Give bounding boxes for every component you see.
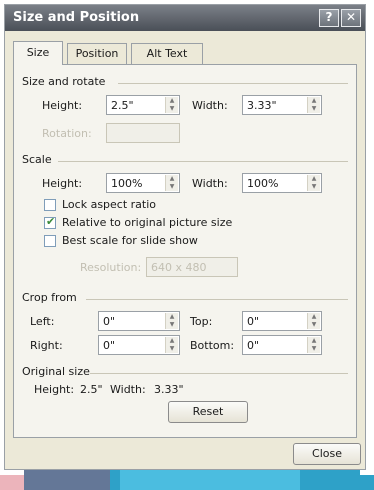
help-button[interactable]: ? — [319, 9, 339, 27]
spinner-arrows-icon[interactable]: ▲ ▼ — [307, 337, 320, 353]
crop-divider — [86, 299, 348, 300]
spinner-arrows-icon[interactable]: ▲ ▼ — [307, 313, 320, 329]
crop-left-label: Left: — [30, 315, 55, 328]
crop-bottom-label: Bottom: — [190, 339, 235, 352]
crop-right-label: Right: — [30, 339, 63, 352]
scale-height-label: Height: — [42, 177, 83, 190]
original-height-label: Height: — [34, 383, 75, 396]
size-width-spinner[interactable]: 3.33" ▲ ▼ — [242, 95, 322, 115]
lock-aspect-label[interactable]: Lock aspect ratio — [62, 198, 156, 211]
tab-position[interactable]: Position — [67, 43, 127, 64]
scale-height-spinner[interactable]: 100% ▲ ▼ — [106, 173, 180, 193]
relative-original-label[interactable]: Relative to original picture size — [62, 216, 232, 229]
spinner-arrows-icon[interactable]: ▲ ▼ — [165, 175, 178, 191]
best-scale-label[interactable]: Best scale for slide show — [62, 234, 198, 247]
rotation-spinner — [106, 123, 180, 143]
title-close-button[interactable]: ✕ — [341, 9, 361, 27]
tab-alt-text[interactable]: Alt Text — [131, 43, 203, 64]
crop-top-label: Top: — [190, 315, 213, 328]
scale-width-spinner[interactable]: 100% ▲ ▼ — [242, 173, 322, 193]
size-height-label: Height: — [42, 99, 83, 112]
crop-left-spinner[interactable]: 0" ▲ ▼ — [98, 311, 180, 331]
size-height-value: 2.5" — [111, 99, 134, 112]
tab-size[interactable]: Size — [13, 41, 63, 65]
rotation-label: Rotation: — [42, 127, 92, 140]
size-rotate-heading: Size and rotate — [22, 75, 106, 88]
scale-heading: Scale — [22, 153, 52, 166]
size-width-label: Width: — [192, 99, 228, 112]
resolution-label: Resolution: — [80, 261, 142, 274]
crop-left-value: 0" — [103, 315, 116, 328]
crop-bottom-value: 0" — [247, 339, 260, 352]
crop-heading: Crop from — [22, 291, 77, 304]
original-width-value: 3.33" — [154, 383, 184, 396]
reset-button[interactable]: Reset — [168, 401, 248, 423]
size-rotate-divider — [118, 83, 348, 84]
resolution-select: 640 x 480 — [146, 257, 238, 277]
checkmark-icon: ✔ — [46, 215, 56, 228]
close-button[interactable]: Close — [293, 443, 361, 465]
dialog-title: Size and Position — [13, 10, 140, 25]
size-width-value: 3.33" — [247, 99, 277, 112]
scale-height-value: 100% — [111, 177, 143, 190]
best-scale-checkbox[interactable] — [44, 235, 56, 247]
scale-divider — [58, 161, 348, 162]
spinner-arrows-icon[interactable]: ▲ ▼ — [165, 337, 178, 353]
scale-width-label: Width: — [192, 177, 228, 190]
original-width-label: Width: — [110, 383, 146, 396]
title-bar[interactable]: Size and Position ? ✕ — [5, 5, 365, 31]
relative-original-checkbox[interactable]: ✔ — [44, 215, 56, 229]
spinner-arrows-icon[interactable]: ▲ ▼ — [307, 97, 320, 113]
original-size-divider — [90, 373, 348, 374]
size-position-dialog: Size and Position ? ✕ Size Position Alt … — [4, 4, 366, 470]
resolution-value: 640 x 480 — [151, 261, 207, 274]
crop-right-value: 0" — [103, 339, 116, 352]
crop-bottom-spinner[interactable]: 0" ▲ ▼ — [242, 335, 322, 355]
size-height-spinner[interactable]: 2.5" ▲ ▼ — [106, 95, 180, 115]
crop-right-spinner[interactable]: 0" ▲ ▼ — [98, 335, 180, 355]
spinner-arrows-icon[interactable]: ▲ ▼ — [165, 313, 178, 329]
crop-top-value: 0" — [247, 315, 260, 328]
spinner-arrows-icon[interactable]: ▲ ▼ — [165, 97, 178, 113]
size-tab-panel: Size and rotate Height: 2.5" ▲ ▼ Width: 3… — [13, 64, 357, 438]
lock-aspect-checkbox[interactable] — [44, 199, 56, 211]
original-height-value: 2.5" — [80, 383, 103, 396]
crop-top-spinner[interactable]: 0" ▲ ▼ — [242, 311, 322, 331]
scale-width-value: 100% — [247, 177, 279, 190]
spinner-arrows-icon[interactable]: ▲ ▼ — [307, 175, 320, 191]
original-size-heading: Original size — [22, 365, 90, 378]
